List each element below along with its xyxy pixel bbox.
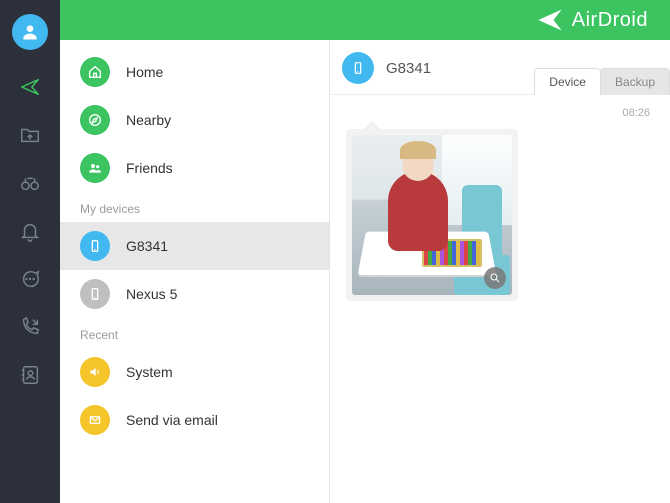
- device-icon: [342, 52, 374, 84]
- phone-icon: [80, 279, 110, 309]
- tabs: Device Backup: [535, 68, 670, 95]
- call-icon[interactable]: [19, 316, 41, 338]
- tab-backup[interactable]: Backup: [600, 68, 670, 95]
- brand: AirDroid: [536, 6, 648, 34]
- transfer-icon[interactable]: [19, 76, 41, 98]
- message-feed: 08:26: [330, 95, 670, 503]
- sidebar-item-home[interactable]: Home: [60, 48, 329, 96]
- sidebar-item-label: Home: [126, 64, 163, 80]
- sidebar-item-device-nexus5[interactable]: Nexus 5: [60, 270, 329, 318]
- sidebar-item-nearby[interactable]: Nearby: [60, 96, 329, 144]
- folder-icon[interactable]: [19, 124, 41, 146]
- message-timestamp: 08:26: [346, 107, 654, 119]
- contacts-icon[interactable]: [19, 364, 41, 386]
- speaker-icon: [80, 357, 110, 387]
- brand-name: AirDroid: [572, 9, 648, 32]
- app-header: AirDroid: [60, 0, 670, 40]
- zoom-icon[interactable]: [484, 267, 506, 289]
- avatar[interactable]: [12, 14, 48, 50]
- sidebar-item-email[interactable]: Send via email: [60, 396, 329, 444]
- home-icon: [80, 57, 110, 87]
- section-my-devices: My devices: [60, 192, 329, 222]
- sidebar-item-label: Nearby: [126, 112, 171, 128]
- chat-icon[interactable]: [19, 268, 41, 290]
- user-icon: [20, 22, 40, 42]
- message-bubble[interactable]: [346, 129, 518, 301]
- sidebar-item-label: System: [126, 364, 173, 380]
- section-recent: Recent: [60, 318, 329, 348]
- friends-icon: [80, 153, 110, 183]
- mail-icon: [80, 405, 110, 435]
- sidebar-item-label: G8341: [126, 238, 168, 254]
- paperplane-icon: [536, 6, 564, 34]
- sidebar-item-system[interactable]: System: [60, 348, 329, 396]
- sidebar-item-label: Nexus 5: [126, 286, 177, 302]
- tab-device[interactable]: Device: [534, 68, 601, 95]
- sidebar-item-friends[interactable]: Friends: [60, 144, 329, 192]
- sidebar-item-device-g8341[interactable]: G8341: [60, 222, 329, 270]
- sidebar-item-label: Send via email: [126, 412, 218, 428]
- binoculars-icon[interactable]: [19, 172, 41, 194]
- bell-icon[interactable]: [19, 220, 41, 242]
- content-pane: G8341 Device Backup 08:26: [330, 40, 670, 503]
- phone-icon: [80, 231, 110, 261]
- photo-thumbnail[interactable]: [352, 135, 512, 295]
- sidebar: Home Nearby Friends My devices: [60, 40, 330, 503]
- content-header: G8341 Device Backup: [330, 40, 670, 95]
- sidebar-item-label: Friends: [126, 160, 173, 176]
- nav-rail: [0, 0, 60, 503]
- compass-icon: [80, 105, 110, 135]
- device-title: G8341: [386, 60, 431, 77]
